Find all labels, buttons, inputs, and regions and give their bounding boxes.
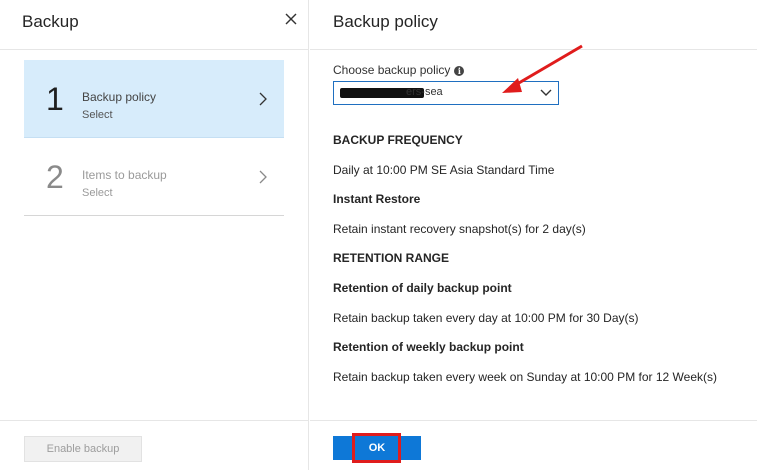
backup-policy-blade: Backup policy Choose backup policy i ers-… bbox=[310, 0, 757, 470]
chevron-right-icon bbox=[259, 92, 267, 106]
backup-blade-header: Backup bbox=[0, 0, 308, 50]
step-title: Backup policy bbox=[82, 90, 157, 104]
backup-blade: Backup 1 Backup policy Select 2 Items to… bbox=[0, 0, 309, 470]
step-number: 2 bbox=[46, 159, 64, 195]
ok-button-wrap: OK bbox=[333, 431, 423, 463]
info-icon[interactable]: i bbox=[454, 65, 465, 76]
step-subtitle: Select bbox=[82, 187, 113, 199]
close-icon[interactable] bbox=[283, 11, 299, 27]
instant-restore-heading: Instant Restore bbox=[333, 192, 421, 206]
backup-frequency-heading: BACKUP FREQUENCY bbox=[333, 133, 463, 147]
chevron-right-icon bbox=[259, 170, 267, 184]
weekly-retention-heading: Retention of weekly backup point bbox=[333, 340, 524, 354]
wizard-steps: 1 Backup policy Select 2 Items to backup… bbox=[24, 60, 284, 216]
footer-divider bbox=[0, 420, 308, 421]
daily-retention-heading: Retention of daily backup point bbox=[333, 281, 512, 295]
choose-policy-label: Choose backup policy i bbox=[333, 63, 465, 77]
step-items-to-backup[interactable]: 2 Items to backup Select bbox=[24, 138, 284, 216]
red-highlight-annotation bbox=[352, 433, 401, 463]
footer-divider bbox=[310, 420, 757, 421]
backup-blade-title: Backup bbox=[22, 12, 79, 31]
retention-range-heading: RETENTION RANGE bbox=[333, 251, 450, 265]
select-value: ers-sea bbox=[406, 86, 443, 98]
daily-retention-text: Retain backup taken every day at 10:00 P… bbox=[333, 311, 639, 325]
backup-frequency-text: Daily at 10:00 PM SE Asia Standard Time bbox=[333, 163, 555, 177]
step-subtitle: Select bbox=[82, 109, 113, 121]
red-arrow-annotation bbox=[502, 44, 583, 93]
step-title: Items to backup bbox=[82, 168, 167, 182]
enable-backup-button[interactable]: Enable backup bbox=[24, 436, 142, 462]
weekly-retention-text: Retain backup taken every week on Sunday… bbox=[333, 370, 717, 384]
step-backup-policy[interactable]: 1 Backup policy Select bbox=[24, 60, 284, 138]
backup-policy-title: Backup policy bbox=[333, 12, 438, 31]
step-number: 1 bbox=[46, 81, 64, 117]
choose-policy-text: Choose backup policy bbox=[333, 63, 451, 77]
instant-restore-text: Retain instant recovery snapshot(s) for … bbox=[333, 222, 586, 236]
